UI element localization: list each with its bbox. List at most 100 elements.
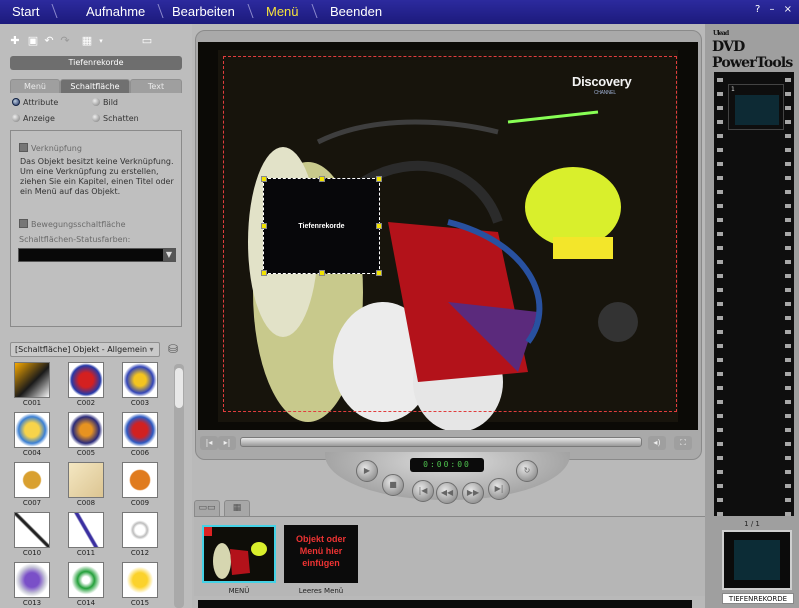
- resize-handle[interactable]: [319, 176, 325, 182]
- radio-icon: [92, 98, 100, 106]
- tab-menu[interactable]: Menü: [10, 79, 60, 93]
- film-perforation: [717, 498, 723, 502]
- strip-horizontal-scrollbar[interactable]: [198, 600, 692, 608]
- filmstrip-cell[interactable]: 1: [728, 84, 784, 130]
- film-perforation: [785, 386, 791, 390]
- film-perforation: [785, 190, 791, 194]
- radio-attribute[interactable]: Attribute: [12, 98, 58, 107]
- library-item[interactable]: C012: [120, 512, 160, 560]
- rewind-icon[interactable]: ◀◀: [436, 482, 458, 504]
- chevron-down-icon[interactable]: ▾: [94, 34, 108, 48]
- comment-icon[interactable]: ▭: [140, 34, 154, 48]
- filmstrip-view-icon[interactable]: ▭▭: [194, 500, 220, 516]
- preview-progress-bar[interactable]: [240, 437, 642, 447]
- radio-selected-icon: [12, 98, 20, 106]
- volume-icon[interactable]: ◂): [648, 436, 666, 450]
- library-item[interactable]: C001: [12, 362, 52, 410]
- film-perforation: [717, 414, 723, 418]
- library-item[interactable]: C014: [66, 562, 106, 608]
- chapter-thumbnail[interactable]: [722, 530, 792, 590]
- nav-bearbeiten[interactable]: Bearbeiten: [172, 2, 254, 22]
- resize-handle[interactable]: [319, 270, 325, 276]
- library-item[interactable]: C007: [12, 462, 52, 510]
- chapter-filmstrip[interactable]: [714, 72, 794, 516]
- cell-number: 1: [731, 86, 735, 93]
- resize-handle[interactable]: [261, 176, 267, 182]
- resize-handle[interactable]: [261, 270, 267, 276]
- film-perforation: [785, 246, 791, 250]
- film-perforation: [717, 442, 723, 446]
- library-scrollbar[interactable]: [174, 364, 184, 608]
- radio-shadow[interactable]: Schatten: [92, 114, 139, 123]
- library-item[interactable]: C005: [66, 412, 106, 460]
- film-perforation: [785, 162, 791, 166]
- undo-icon[interactable]: ↶: [42, 34, 56, 48]
- empty-menu-slot[interactable]: Objekt oder Menü hier einfügen Leeres Me…: [284, 525, 358, 595]
- library-item[interactable]: C003: [120, 362, 160, 410]
- play-icon[interactable]: ▶: [356, 460, 378, 482]
- object-name-field[interactable]: Tiefenrekorde: [10, 56, 182, 70]
- library-item[interactable]: C011: [66, 512, 106, 560]
- nav-bearbeiten-label: Bearbeiten: [172, 4, 235, 19]
- film-perforation: [717, 190, 723, 194]
- checkbox-icon: [19, 219, 28, 228]
- library-item[interactable]: C009: [120, 462, 160, 510]
- step-back-icon[interactable]: |◂: [200, 436, 218, 450]
- menu-button-object[interactable]: Tiefenrekorde: [261, 176, 382, 276]
- cell-thumbnail: [735, 95, 779, 125]
- radio-label: Anzeige: [23, 114, 55, 123]
- library-item[interactable]: C015: [120, 562, 160, 608]
- library-item[interactable]: C010: [12, 512, 52, 560]
- motion-button-checkbox[interactable]: Bewegungsschaltfläche: [19, 219, 126, 229]
- resize-handle[interactable]: [376, 176, 382, 182]
- step-forward-icon[interactable]: ▸|: [218, 436, 236, 450]
- library-item[interactable]: C013: [12, 562, 52, 608]
- stop-icon[interactable]: ■: [382, 474, 404, 496]
- library-item[interactable]: C008: [66, 462, 106, 510]
- chevron-down-icon: ▾: [149, 345, 154, 354]
- nav-beenden[interactable]: Beenden: [330, 2, 382, 22]
- film-perforation: [785, 120, 791, 124]
- grid-view-icon[interactable]: ▦: [224, 500, 250, 516]
- next-chapter-icon[interactable]: ▶|: [488, 478, 510, 500]
- save-icon[interactable]: ▣: [26, 34, 40, 48]
- scrollbar-thumb[interactable]: [175, 368, 183, 408]
- resize-handle[interactable]: [376, 270, 382, 276]
- button-shape-icon: [14, 412, 50, 448]
- library-item-label: C012: [130, 549, 150, 557]
- redo-icon[interactable]: ↷: [58, 34, 72, 48]
- film-perforation: [785, 512, 791, 516]
- tab-button[interactable]: Schaltfläche: [60, 79, 130, 93]
- film-perforation: [785, 78, 791, 82]
- menu-thumbnail[interactable]: MENÜ: [202, 525, 276, 595]
- new-object-icon[interactable]: ✚: [8, 34, 22, 48]
- film-perforation: [717, 372, 723, 376]
- forward-icon[interactable]: ▶▶: [462, 482, 484, 504]
- prev-chapter-icon[interactable]: |◀: [412, 480, 434, 502]
- properties-tabs: Menü Schaltfläche Text: [10, 79, 182, 93]
- film-perforation: [785, 470, 791, 474]
- film-perforation: [785, 358, 791, 362]
- link-checkbox[interactable]: Verknüpfung: [19, 143, 82, 153]
- film-perforation: [717, 456, 723, 460]
- grid-icon[interactable]: ▦: [80, 34, 94, 48]
- radio-image[interactable]: Bild: [92, 98, 118, 107]
- nav-aufnahme[interactable]: Aufnahme: [86, 2, 164, 22]
- repeat-icon[interactable]: ↻: [516, 460, 538, 482]
- fullscreen-icon[interactable]: ⛶: [674, 436, 692, 450]
- tab-text[interactable]: Text: [130, 79, 182, 93]
- library-item[interactable]: C006: [120, 412, 160, 460]
- nav-menu[interactable]: Menü: [266, 2, 318, 22]
- library-dropdown[interactable]: [Schaltfläche] Objekt - Allgemein ▾: [10, 342, 160, 357]
- link-checkbox-label: Verknüpfung: [31, 144, 82, 153]
- folder-icon[interactable]: ⛁: [168, 342, 184, 356]
- chapter-label[interactable]: TIEFENREKORDE: [722, 593, 794, 604]
- library-item-label: C007: [22, 499, 42, 507]
- nav-start[interactable]: Start: [12, 2, 59, 22]
- library-item[interactable]: C004: [12, 412, 52, 460]
- radio-display[interactable]: Anzeige: [12, 114, 55, 123]
- status-color-select[interactable]: ▼: [18, 248, 176, 262]
- chevron-down-icon[interactable]: ▼: [163, 249, 175, 261]
- library-item[interactable]: C002: [66, 362, 106, 410]
- window-controls[interactable]: ? – ×: [755, 4, 795, 15]
